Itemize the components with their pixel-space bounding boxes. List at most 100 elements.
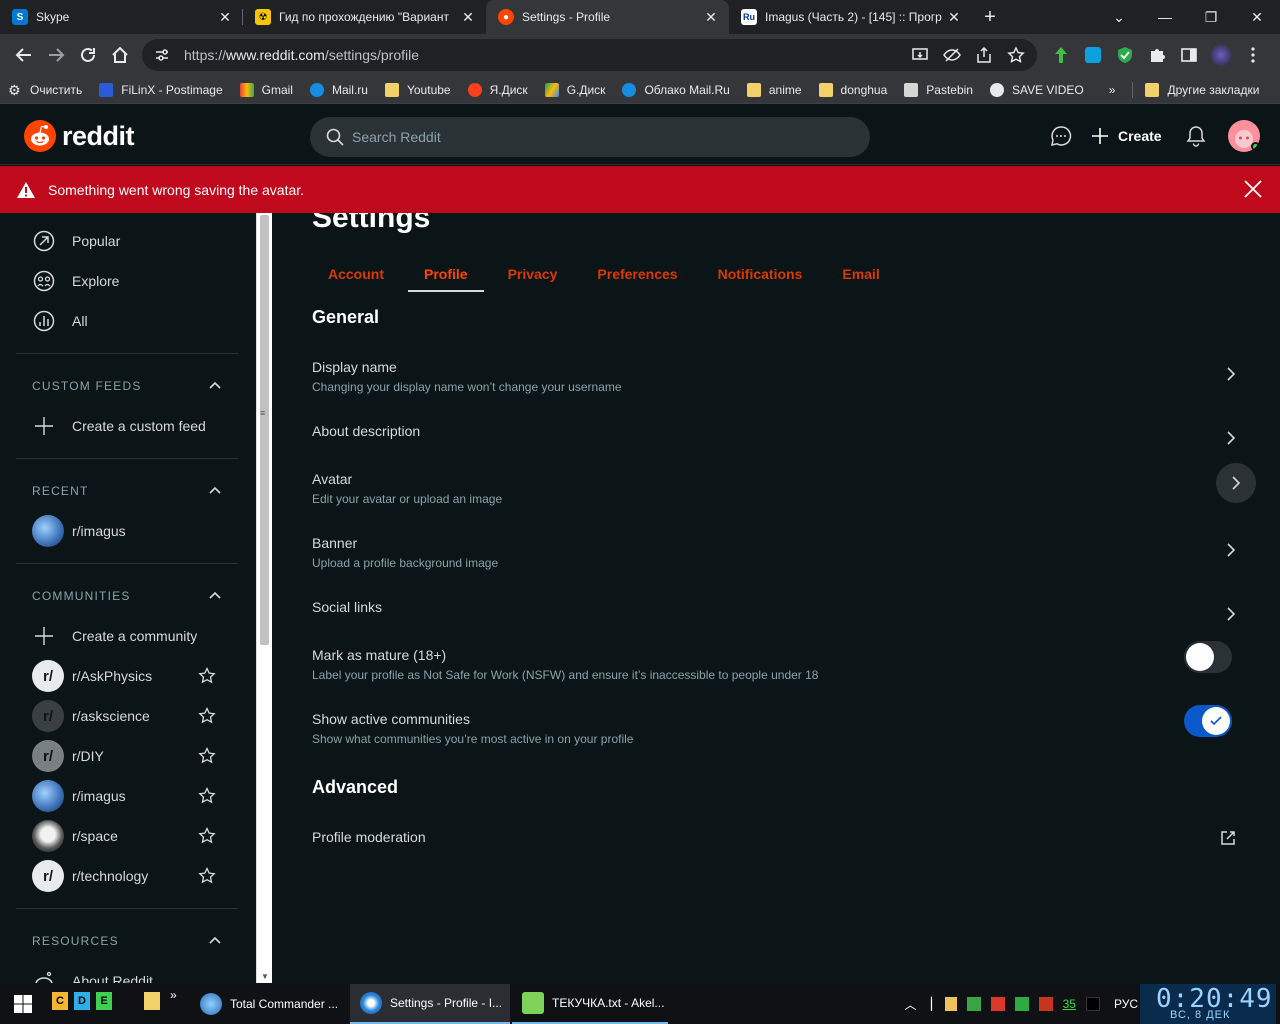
site-settings-icon[interactable] bbox=[154, 47, 170, 63]
sidebar-community-diy[interactable]: r/ r/DIY bbox=[16, 736, 238, 776]
sidebar-item-popular[interactable]: Popular bbox=[16, 221, 238, 261]
bookmark-item[interactable]: Pastebin bbox=[904, 82, 973, 97]
sidebar-item-explore[interactable]: Explore bbox=[16, 261, 238, 301]
forward-button[interactable] bbox=[40, 39, 72, 71]
quick-launch-d[interactable]: D bbox=[74, 992, 90, 1010]
home-button[interactable] bbox=[104, 39, 136, 71]
tab-profile[interactable]: Profile bbox=[408, 258, 484, 292]
other-bookmarks[interactable]: Другие закладки bbox=[1145, 82, 1259, 97]
reload-button[interactable] bbox=[72, 39, 104, 71]
kebab-menu-icon[interactable] bbox=[1237, 39, 1269, 71]
tray-app-icon[interactable] bbox=[990, 997, 1005, 1011]
bookmark-item[interactable]: Gmail bbox=[239, 82, 293, 97]
install-app-icon[interactable] bbox=[911, 46, 929, 64]
tray-app-icon[interactable] bbox=[1014, 997, 1029, 1011]
bookmark-item[interactable]: FiLinX - Postimage bbox=[99, 82, 223, 97]
taskbar-chrome-settings[interactable]: Settings - Profile - I... bbox=[350, 984, 510, 1024]
favorite-star-icon[interactable] bbox=[198, 707, 216, 725]
close-icon[interactable]: ✕ bbox=[703, 9, 719, 25]
bookmark-item[interactable]: Mail.ru bbox=[309, 82, 368, 97]
favorite-star-icon[interactable] bbox=[198, 667, 216, 685]
custom-feeds-header[interactable]: CUSTOM FEEDS bbox=[32, 376, 222, 396]
tab-notifications[interactable]: Notifications bbox=[702, 258, 819, 290]
tab-search-icon[interactable]: ⌄ bbox=[1096, 0, 1142, 34]
close-icon[interactable]: ✕ bbox=[217, 9, 233, 25]
tray-counter[interactable]: 35 bbox=[1063, 997, 1076, 1011]
tab-account[interactable]: Account bbox=[312, 258, 400, 290]
tab-privacy[interactable]: Privacy bbox=[492, 258, 574, 290]
close-icon[interactable] bbox=[1244, 180, 1262, 198]
eye-off-icon[interactable] bbox=[943, 46, 961, 64]
favorite-star-icon[interactable] bbox=[198, 747, 216, 765]
bookmark-item[interactable]: SAVE VIDEO bbox=[989, 82, 1084, 97]
tray-app-icon[interactable] bbox=[1085, 997, 1100, 1011]
sidebar-scrollbar[interactable]: ≡ ▼ bbox=[256, 213, 272, 983]
favorite-star-icon[interactable] bbox=[198, 867, 216, 885]
create-community-button[interactable]: Create a community bbox=[16, 616, 238, 656]
create-button[interactable]: Create bbox=[1090, 120, 1162, 152]
sidebar-item-all[interactable]: All bbox=[16, 301, 238, 341]
bookmark-item[interactable]: donghua bbox=[818, 82, 887, 97]
sidebar-item-about-reddit[interactable]: About Reddit bbox=[16, 961, 238, 983]
close-icon[interactable]: ✕ bbox=[946, 9, 962, 25]
bookmark-item[interactable]: G.Диск bbox=[544, 82, 605, 97]
system-clock[interactable]: 0:20:49 ВС, 8 ДЕК bbox=[1140, 984, 1276, 1024]
tray-app-icon[interactable] bbox=[1038, 997, 1053, 1011]
back-button[interactable] bbox=[8, 39, 40, 71]
browser-tab-skype[interactable]: S Skype ✕ bbox=[0, 0, 243, 34]
profile-moderation-row[interactable]: Profile moderation bbox=[312, 829, 1240, 885]
bookmark-item[interactable]: Облако Mail.Ru bbox=[622, 82, 730, 97]
shield-extension-icon[interactable] bbox=[1109, 39, 1141, 71]
sidebar-community-space[interactable]: r/space bbox=[16, 816, 238, 856]
restore-button[interactable]: ❐ bbox=[1188, 0, 1234, 34]
sidebar-community-askscience[interactable]: r/ r/askscience bbox=[16, 696, 238, 736]
link-extension-icon[interactable] bbox=[1077, 39, 1109, 71]
bookmark-item[interactable]: ⚙ Очистить bbox=[8, 83, 82, 97]
puzzle-extensions-icon[interactable] bbox=[1141, 39, 1173, 71]
paperclip-icon[interactable]: ⎮ bbox=[928, 997, 934, 1011]
tray-chevron-up-icon[interactable]: ︿ bbox=[904, 996, 916, 1013]
favorite-star-icon[interactable] bbox=[198, 787, 216, 805]
windows-start-button[interactable] bbox=[14, 995, 32, 1013]
quick-launch-overflow[interactable]: » bbox=[170, 988, 177, 1002]
browser-tab-guide[interactable]: ☢ Гид по прохождению "Вариант ✕ bbox=[243, 0, 486, 34]
resources-header[interactable]: RESOURCES bbox=[32, 931, 222, 951]
active-communities-toggle[interactable] bbox=[1184, 705, 1232, 737]
create-custom-feed-button[interactable]: Create a custom feed bbox=[16, 406, 238, 446]
sidebar-item-recent-imagus[interactable]: r/imagus bbox=[16, 511, 238, 551]
new-tab-button[interactable]: + bbox=[972, 0, 1008, 34]
side-panel-icon[interactable] bbox=[1173, 39, 1205, 71]
address-bar[interactable]: https://www.reddit.com/settings/profile bbox=[142, 39, 1037, 71]
tray-app-icon[interactable] bbox=[966, 997, 981, 1011]
communities-header[interactable]: COMMUNITIES bbox=[32, 586, 222, 606]
minimize-button[interactable]: — bbox=[1142, 0, 1188, 34]
favorite-star-icon[interactable] bbox=[198, 827, 216, 845]
user-avatar[interactable] bbox=[1228, 120, 1260, 152]
bookmark-item[interactable]: anime bbox=[746, 82, 802, 97]
profile-avatar-icon[interactable] bbox=[1205, 39, 1237, 71]
close-icon[interactable]: ✕ bbox=[460, 9, 476, 25]
display-name-row[interactable]: Display name Changing your display name … bbox=[312, 359, 1240, 415]
taskbar-total-commander[interactable]: Total Commander ... bbox=[190, 984, 348, 1024]
search-input[interactable]: Search Reddit bbox=[310, 117, 870, 157]
recent-header[interactable]: RECENT bbox=[32, 481, 222, 501]
avatar-row[interactable]: Avatar Edit your avatar or upload an ima… bbox=[312, 463, 1256, 527]
window-close-button[interactable]: ✕ bbox=[1234, 0, 1280, 34]
avatar-open-button[interactable] bbox=[1216, 463, 1256, 503]
sidebar-community-technology[interactable]: r/ r/technology bbox=[16, 856, 238, 896]
input-language[interactable]: РУС bbox=[1114, 997, 1138, 1011]
tab-preferences[interactable]: Preferences bbox=[581, 258, 693, 290]
chat-button[interactable] bbox=[1045, 120, 1077, 152]
notifications-button[interactable] bbox=[1180, 120, 1212, 152]
mature-toggle[interactable] bbox=[1184, 641, 1232, 673]
browser-tab-imagus[interactable]: Ru Imagus (Часть 2) - [145] :: Прогр ✕ bbox=[729, 0, 972, 34]
tray-app-icon[interactable] bbox=[944, 997, 957, 1011]
bookmark-star-icon[interactable] bbox=[1007, 46, 1025, 64]
bookmark-item[interactable]: Я.Диск bbox=[467, 82, 528, 97]
browser-tab-settings[interactable]: ● Settings - Profile ✕ bbox=[486, 0, 729, 34]
tab-email[interactable]: Email bbox=[826, 258, 895, 290]
quick-launch-e[interactable]: E bbox=[96, 992, 112, 1010]
reddit-logo[interactable]: reddit bbox=[24, 120, 135, 152]
bookmarks-overflow-button[interactable]: » bbox=[1109, 83, 1116, 97]
bookmark-item[interactable]: Youtube bbox=[384, 82, 451, 97]
